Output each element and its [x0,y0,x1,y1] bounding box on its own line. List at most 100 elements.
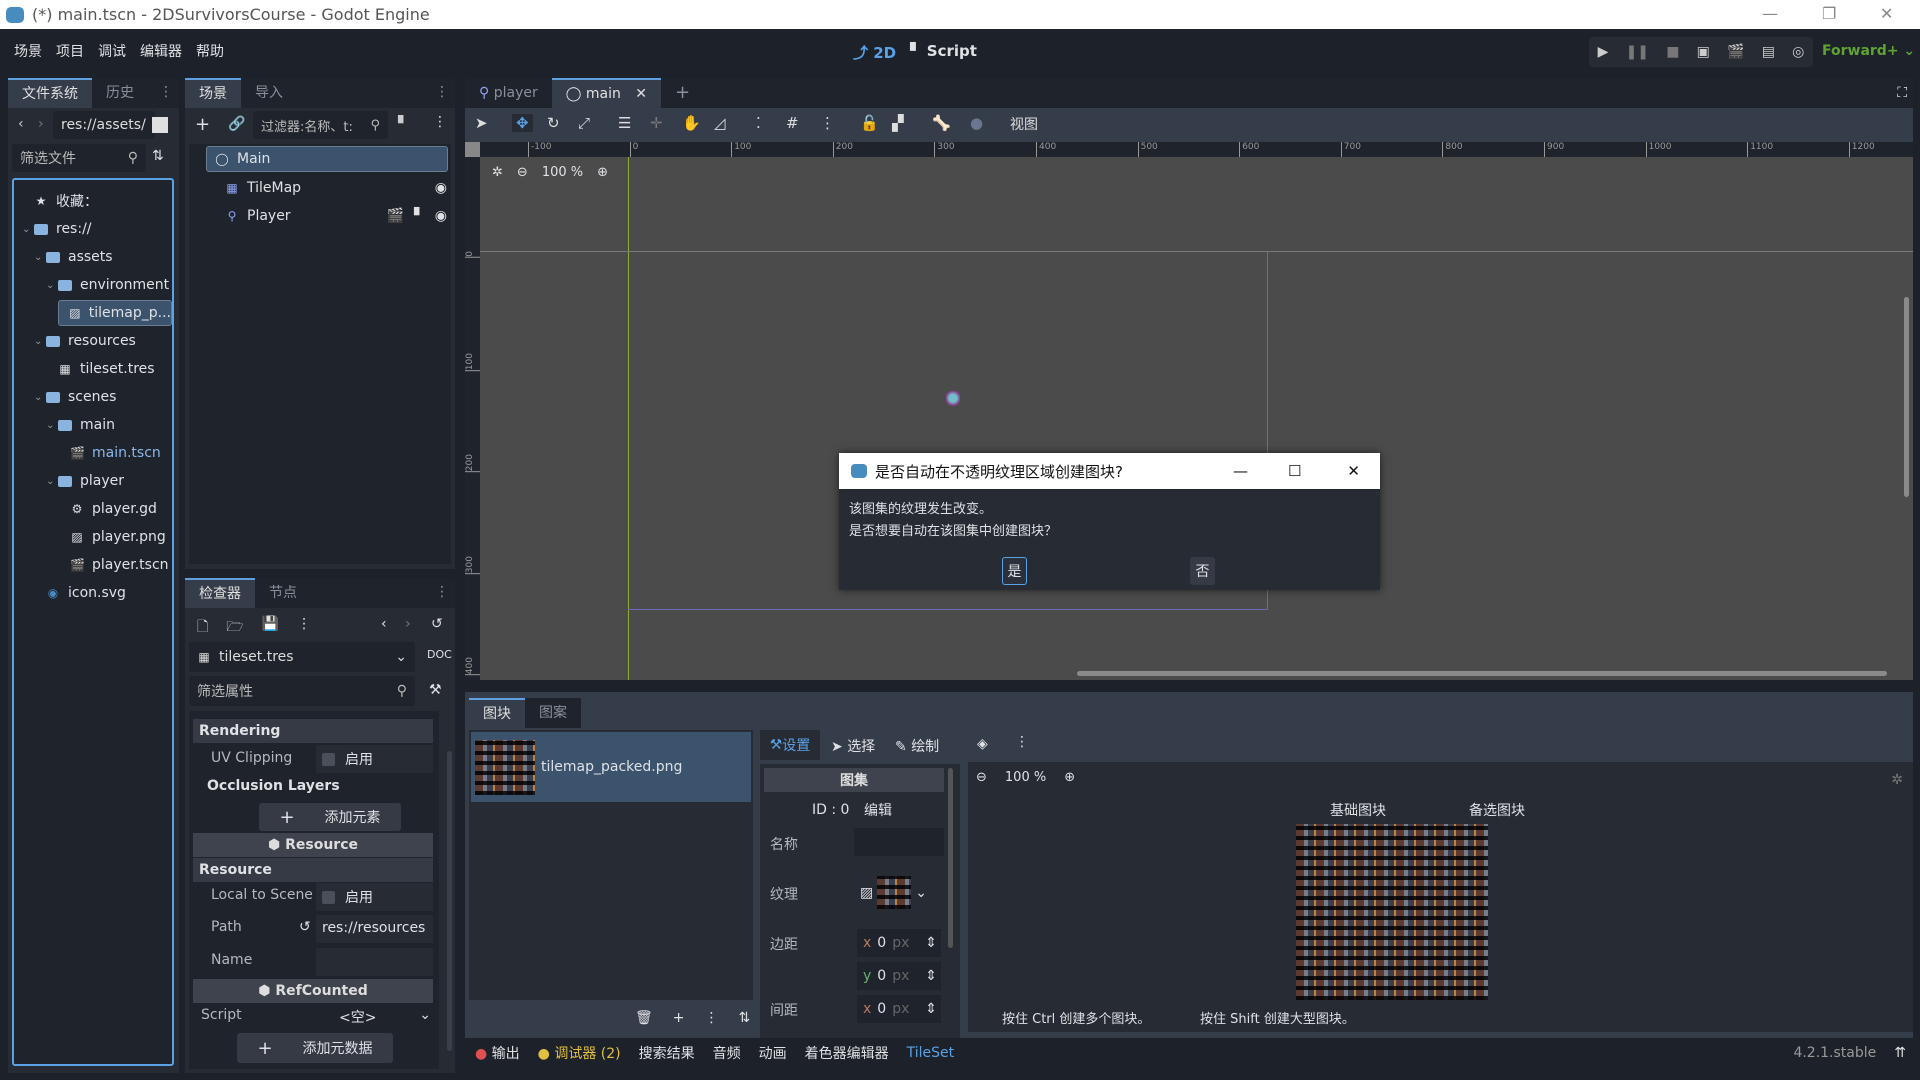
scene-node-player[interactable]: ⚲ Player 🎬 ▘ ◉ [217,203,447,229]
zoom-in-icon[interactable]: ⊕ [1064,770,1075,785]
menu-debug[interactable]: 调试 [98,41,126,61]
scale-tool-icon[interactable]: ⤢ [578,114,590,132]
chevron-down-icon[interactable]: ⌄ [34,336,46,347]
file-filter-input[interactable]: 筛选文件 ⚲ [12,144,146,172]
menu-editor[interactable]: 编辑器 [140,41,182,61]
section-rendering[interactable]: Rendering [193,719,433,743]
center-view-icon[interactable]: ✲ [1891,772,1903,788]
more-icon[interactable]: ⋮ [1015,734,1029,750]
separation-x-field[interactable]: x 0 px ⇕ [857,995,941,1023]
tab-history[interactable]: 历史 [92,78,148,108]
tab-main-scene[interactable]: ◯ main ✕ [551,78,662,108]
edit-id-button[interactable]: 编辑 [858,796,898,824]
tools-icon[interactable]: ⚒ [429,682,442,698]
bone-icon[interactable]: 🦴 [932,114,951,132]
bottom-tileset[interactable]: TileSet [907,1045,955,1061]
new-tab-button[interactable]: + [661,78,704,108]
back-icon[interactable]: ‹ [18,116,24,132]
tab-scene[interactable]: 场景 [185,78,241,108]
tab-tiles[interactable]: 图块 [469,698,525,728]
forward-icon[interactable]: › [38,116,44,132]
zoom-out-icon[interactable]: ⊖ [517,165,528,180]
property-filter-input[interactable]: 筛选属性 ⚲ [189,676,415,706]
chevron-down-icon[interactable]: ⌄ [34,252,46,263]
stop-icon[interactable]: ■ [1666,44,1679,60]
camera-override-icon[interactable]: ● [970,114,983,132]
minimize-icon[interactable]: — [1233,462,1248,480]
more-icon[interactable]: ⋮ [435,584,449,600]
tab-patterns[interactable]: 图案 [525,698,581,728]
tab-import[interactable]: 导入 [241,78,297,108]
script-icon[interactable]: ▘ [414,208,425,224]
pivot-tool-icon[interactable]: ✛ [650,114,663,132]
chevron-down-icon[interactable]: ⌄ [46,420,58,431]
inspector-scrollbar[interactable] [447,751,452,1051]
atlas-zoom-level[interactable]: 100 % [1005,770,1046,785]
more-icon[interactable]: ⋮ [159,84,173,100]
local-to-scene-checkbox[interactable]: 启用 [316,883,433,911]
group-icon[interactable]: ▞ [892,114,904,132]
tab-node[interactable]: 节点 [255,578,311,608]
atlas-source-item[interactable]: tilemap_packed.png [471,732,751,802]
movie-maker-icon[interactable]: ◎ [1792,44,1804,60]
play-scene-icon[interactable]: 🎬 [1727,44,1744,60]
refcounted-header[interactable]: ⬢ RefCounted [193,979,433,1003]
zoom-in-icon[interactable]: ⊕ [597,165,608,180]
maximize-icon[interactable]: ☐ [1288,462,1301,480]
delete-icon[interactable]: 🗑 [635,1010,653,1026]
file-item[interactable]: ⌄ player [46,468,124,494]
move-tool-icon[interactable]: ✥ [512,114,533,132]
more-icon[interactable]: ⋮ [433,114,447,130]
section-resource[interactable]: Resource [193,858,433,882]
open-folder-icon[interactable]: 🗁 [226,616,243,640]
scene-filter-input[interactable]: 过滤器:名称、t: ⚲ [253,111,388,139]
pan-tool-icon[interactable]: ✋ [682,114,701,132]
more-icon[interactable]: ⋮ [297,616,311,640]
file-item[interactable]: ★ 收藏： [22,188,98,214]
properties-scrollbar[interactable] [948,768,953,948]
horizontal-scrollbar[interactable] [1077,671,1887,676]
file-item[interactable]: ◉ icon.svg [34,580,126,606]
lock-icon[interactable]: 🔓 [860,114,879,132]
atlas-texture[interactable] [1296,824,1488,1000]
link-icon[interactable]: 🔗 [228,116,245,132]
center-view-icon[interactable]: ✲ [492,165,503,180]
file-item[interactable]: ▨ tilemap_p... [58,300,172,326]
restore-icon[interactable]: ❐ [1822,4,1836,23]
player-sprite[interactable] [946,391,960,409]
zoom-level[interactable]: 100 % [542,165,583,180]
atlas-name-field[interactable] [854,828,944,856]
no-button[interactable]: 否 [1190,557,1215,585]
scene-node-tilemap[interactable]: ▦ TileMap ◉ [217,175,447,201]
file-item[interactable]: ⌄ main [46,412,115,438]
mode-script-button[interactable]: ▘ Script [910,42,977,60]
bottom-animation[interactable]: 动画 [759,1043,787,1063]
close-icon[interactable]: ✕ [1347,462,1360,480]
resource-header[interactable]: ⬢ Resource [193,833,433,857]
tool-setup[interactable]: ⚒ 设置 [760,730,820,760]
history-icon[interactable]: ↺ [431,616,443,632]
play-icon[interactable]: ▶ [1598,44,1609,60]
toggle-split-icon[interactable] [152,117,168,133]
bottom-shader-editor[interactable]: 着色器编辑器 [805,1043,889,1063]
chevron-down-icon[interactable]: ⌄ [46,476,58,487]
yes-button[interactable]: 是 [1002,557,1027,585]
menu-help[interactable]: 帮助 [196,41,224,61]
tab-inspector[interactable]: 检查器 [185,578,255,608]
mode-2d-button[interactable]: ⤴ 2D [853,42,896,63]
more-icon[interactable]: ⋮ [705,1010,719,1026]
file-item[interactable]: ⌄ environment [46,272,169,298]
eraser-icon[interactable]: ◈ [977,736,988,752]
add-element-button[interactable]: + 添加元素 [259,803,401,831]
attach-script-icon[interactable]: ▘ [398,116,409,132]
pause-icon[interactable]: ❚❚ [1626,44,1649,60]
menu-project[interactable]: 项目 [56,41,84,61]
bottom-debugger[interactable]: ● 调试器 (2) [538,1043,621,1063]
new-resource-icon[interactable]: 🗋 [197,616,208,640]
add-metadata-button[interactable]: + 添加元数据 [237,1033,393,1063]
chevron-down-icon[interactable]: ⌄ [22,224,34,235]
margin-y-field[interactable]: y 0 px ⇕ [857,962,941,990]
bottom-audio[interactable]: 音频 [713,1043,741,1063]
stepper-icon[interactable]: ⇕ [925,1001,937,1017]
visibility-icon[interactable]: ◉ [435,208,447,224]
